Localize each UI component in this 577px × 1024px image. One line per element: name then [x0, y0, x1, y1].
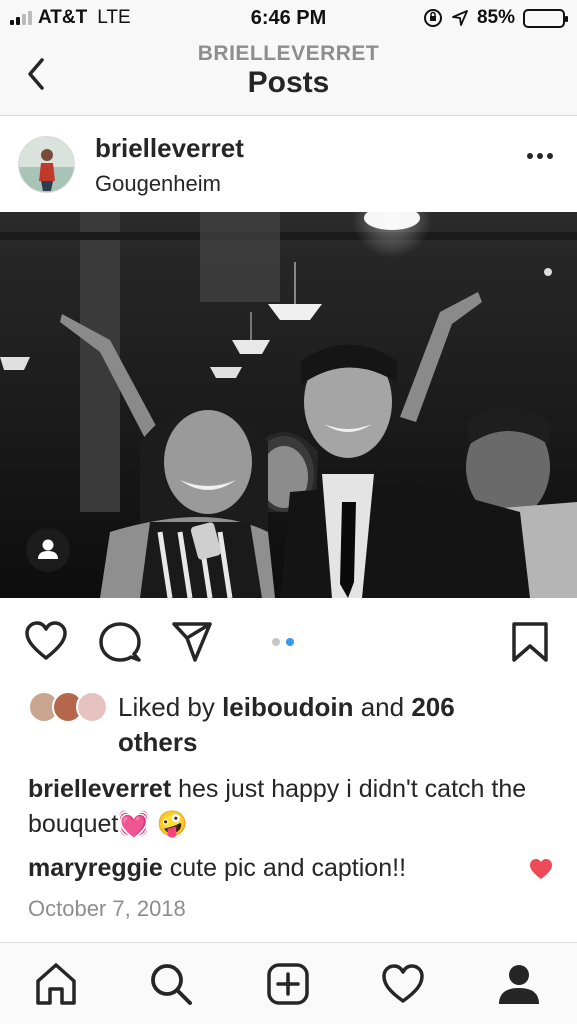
carousel-dot — [272, 638, 280, 646]
photo-image — [0, 212, 577, 598]
post-header: brielleverret Gougenheim — [0, 117, 577, 212]
carousel-indicator — [272, 638, 294, 646]
likes-suffix[interactable]: others — [118, 727, 197, 757]
avatar[interactable] — [18, 136, 75, 193]
header-subtitle: BRIELLEVERRET — [197, 42, 380, 65]
add-post-icon[interactable] — [265, 961, 311, 1007]
heart-icon[interactable] — [24, 620, 68, 662]
post-photo[interactable] — [0, 212, 577, 598]
more-icon[interactable] — [527, 153, 553, 159]
activity-heart-icon[interactable] — [380, 961, 426, 1007]
status-bar: AT&T LTE 6:46 PM 85% — [0, 0, 577, 36]
post-username[interactable]: brielleverret — [95, 133, 244, 164]
comment-icon[interactable] — [98, 620, 142, 664]
bottom-nav — [0, 942, 577, 1024]
paper-plane-icon[interactable] — [170, 620, 214, 664]
caption-username[interactable]: brielleverret — [28, 775, 171, 803]
search-icon[interactable] — [148, 961, 194, 1007]
likes-prefix: Liked by — [118, 692, 223, 722]
comment-username[interactable]: maryreggie — [28, 854, 163, 882]
header: BRIELLEVERRET Posts — [0, 36, 577, 116]
battery-icon — [523, 8, 568, 28]
post-caption: brielleverret hes just happy i didn't ca… — [28, 772, 528, 842]
home-icon[interactable] — [33, 961, 79, 1007]
liker-avatars — [28, 691, 108, 725]
orientation-lock-icon — [423, 9, 442, 27]
post-date: October 7, 2018 — [28, 896, 186, 921]
likes-count[interactable]: 206 — [411, 692, 454, 722]
avatar — [76, 691, 108, 723]
post-location[interactable]: Gougenheim — [95, 171, 221, 197]
comment: maryreggie cute pic and caption!! — [28, 852, 518, 884]
status-right: 85% — [423, 7, 568, 29]
bookmark-icon[interactable] — [510, 620, 550, 664]
profile-icon[interactable] — [496, 961, 542, 1007]
likes-middle: and — [353, 692, 412, 722]
likes-user[interactable]: leiboudoin — [222, 692, 353, 722]
post-actions — [0, 598, 577, 688]
comment-like-heart-icon[interactable] — [528, 857, 554, 881]
carousel-dot — [286, 638, 294, 646]
battery-percent: 85% — [476, 7, 515, 28]
comment-text: cute pic and caption!! — [162, 854, 407, 882]
likes-text: Liked by leiboudoin and 206 others — [118, 690, 538, 760]
person-tag-icon[interactable] — [26, 528, 70, 572]
location-arrow-icon — [452, 10, 468, 26]
likes-row[interactable]: Liked by leiboudoin and 206 others — [28, 688, 548, 758]
page-title: Posts — [247, 66, 330, 99]
